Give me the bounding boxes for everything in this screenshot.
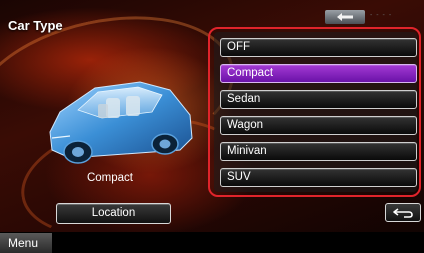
back-button[interactable] <box>325 10 365 24</box>
bottom-bar <box>0 232 424 253</box>
option-minivan[interactable]: Minivan <box>220 142 417 161</box>
top-right-label: - - - - <box>370 12 393 19</box>
return-icon <box>393 207 413 218</box>
option-off[interactable]: OFF <box>220 38 417 57</box>
menu-button[interactable]: Menu <box>0 233 52 253</box>
car-preview-icon <box>49 81 193 164</box>
page-title: Car Type <box>8 18 63 33</box>
option-compact[interactable]: Compact <box>220 64 417 83</box>
location-button[interactable]: Location <box>56 203 171 224</box>
option-sedan[interactable]: Sedan <box>220 90 417 109</box>
return-button[interactable] <box>385 203 421 222</box>
car-type-screen: Car Type - - - - Compact Location OFF Co… <box>0 0 424 253</box>
option-wagon[interactable]: Wagon <box>220 116 417 135</box>
selected-car-type-label: Compact <box>86 172 134 184</box>
back-arrow-icon <box>337 13 353 21</box>
option-suv[interactable]: SUV <box>220 168 417 187</box>
car-preview <box>40 60 200 175</box>
